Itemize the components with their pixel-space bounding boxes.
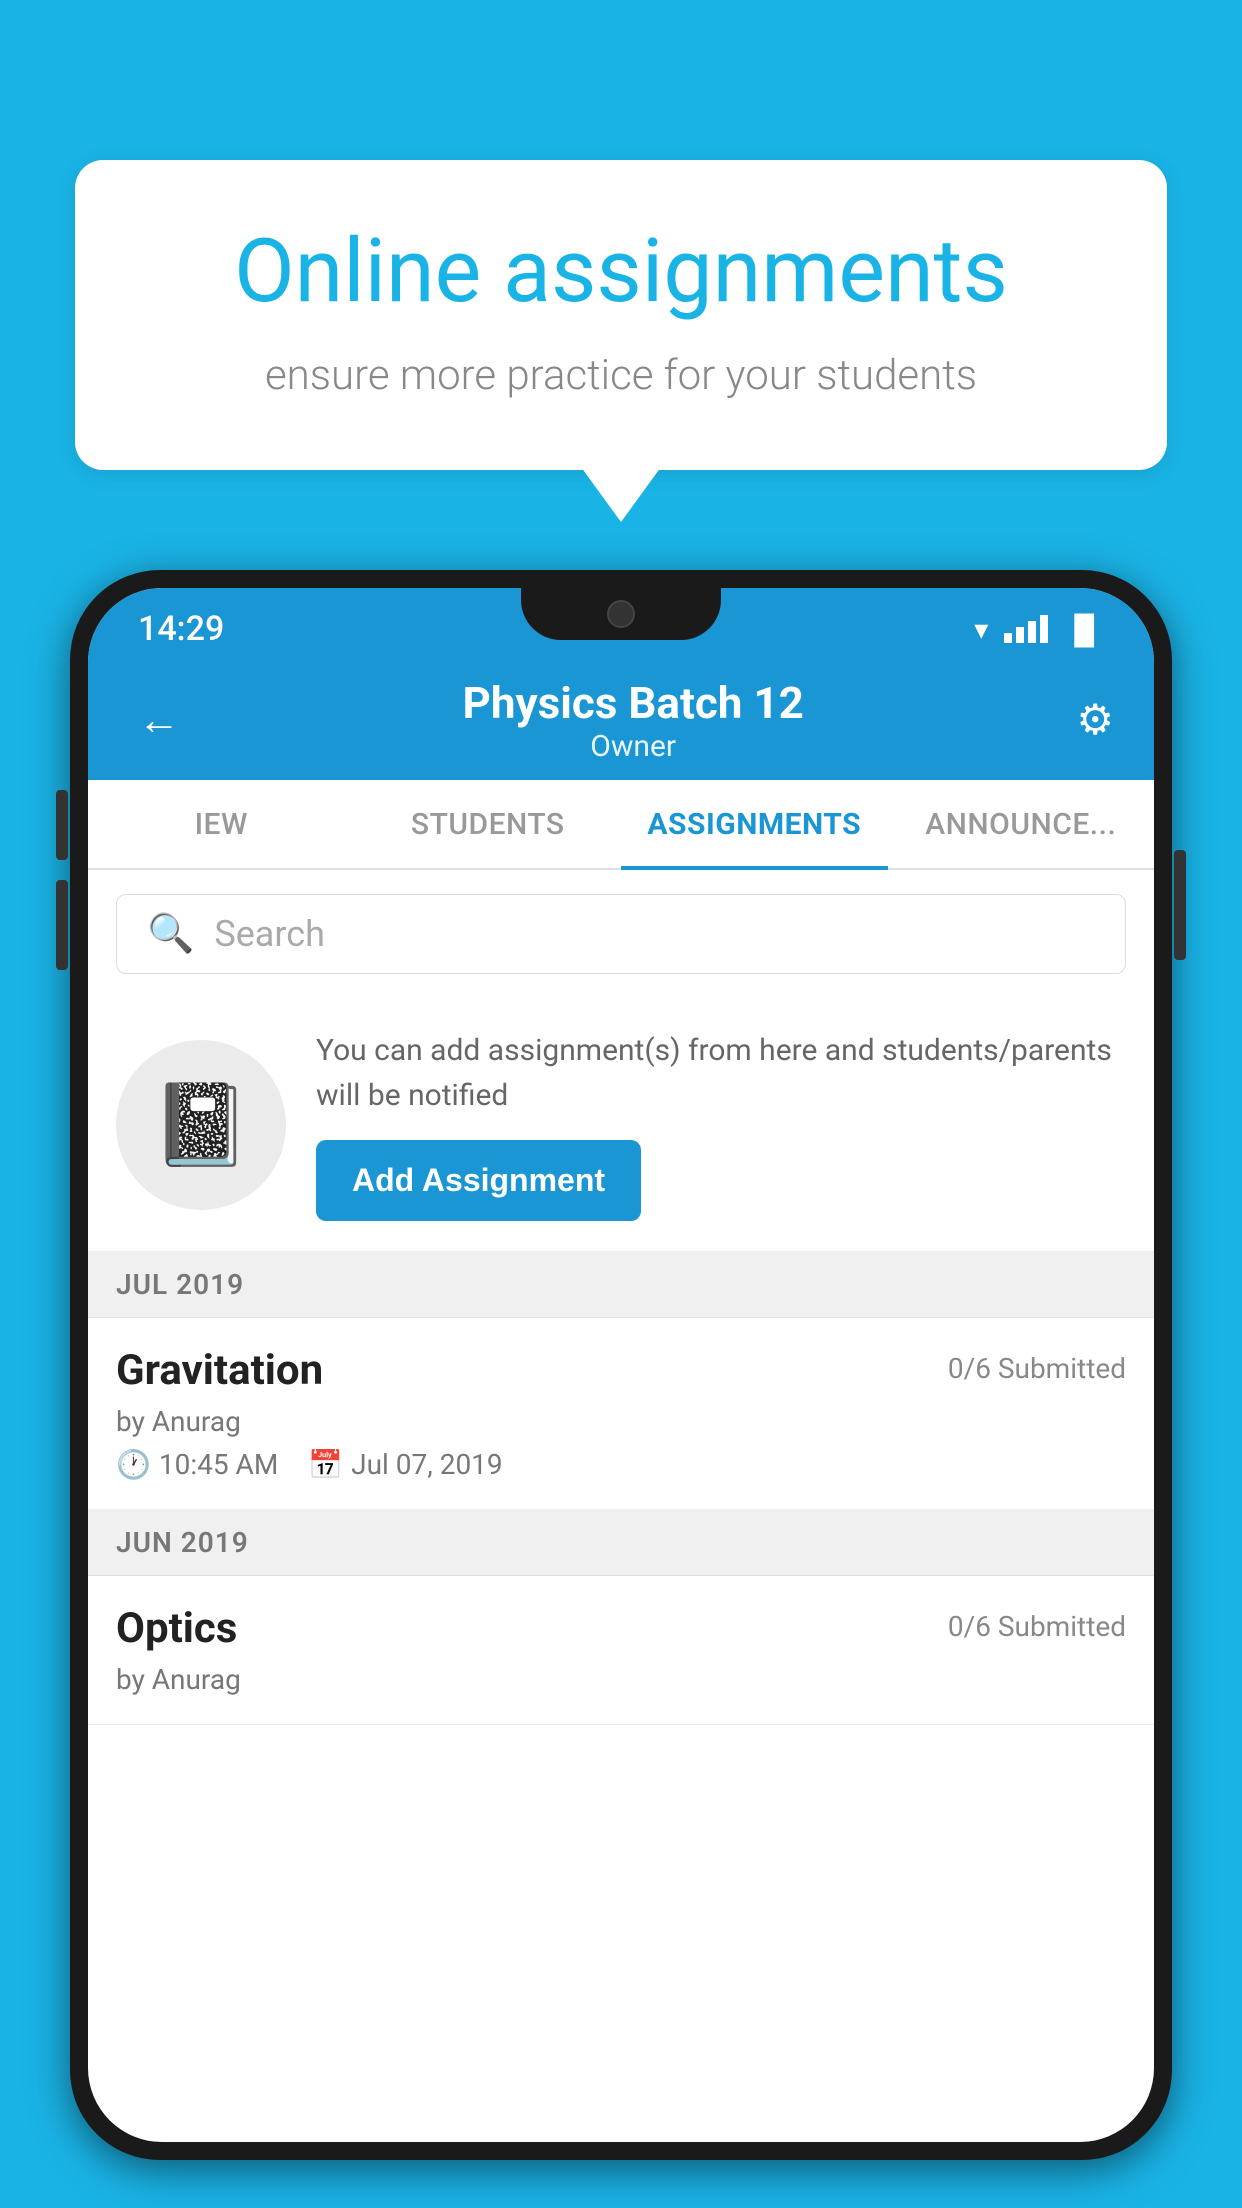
volume-down-button: [56, 880, 68, 970]
assignment-name-optics: Optics: [116, 1604, 237, 1653]
wifi-icon: ▾: [974, 613, 988, 646]
assignment-time: 🕐 10:45 AM: [116, 1448, 278, 1481]
phone-mockup: 14:29 ▾ ▐▌ ← Physics Batch 12: [70, 570, 1172, 2208]
assignment-item-optics[interactable]: Optics 0/6 Submitted by Anurag: [88, 1576, 1154, 1725]
front-camera: [607, 600, 635, 628]
info-card: 📓 You can add assignment(s) from here an…: [88, 998, 1154, 1252]
assignment-header: Gravitation 0/6 Submitted: [116, 1346, 1126, 1395]
settings-button[interactable]: ⚙: [1076, 695, 1114, 745]
volume-up-button: [56, 790, 68, 860]
speech-bubble-container: Online assignments ensure more practice …: [75, 160, 1167, 470]
assignment-by: by Anurag: [116, 1405, 1126, 1438]
status-icons: ▾ ▐▌: [974, 613, 1104, 646]
assignment-name: Gravitation: [116, 1346, 323, 1395]
search-container: 🔍 Search: [88, 870, 1154, 998]
header-subtitle: Owner: [462, 729, 803, 764]
assignment-submitted-optics: 0/6 Submitted: [948, 1610, 1126, 1643]
assignment-item-gravitation[interactable]: Gravitation 0/6 Submitted by Anurag 🕐 10…: [88, 1318, 1154, 1510]
assignment-date: 📅 Jul 07, 2019: [308, 1448, 502, 1481]
speech-bubble-subtitle: ensure more practice for your students: [145, 351, 1097, 400]
info-description: You can add assignment(s) from here and …: [316, 1028, 1126, 1118]
speech-bubble: Online assignments ensure more practice …: [75, 160, 1167, 470]
search-bar[interactable]: 🔍 Search: [116, 894, 1126, 974]
calendar-icon: 📅: [308, 1448, 343, 1481]
power-button: [1174, 850, 1186, 960]
assignment-by-optics: by Anurag: [116, 1663, 1126, 1696]
assignment-submitted: 0/6 Submitted: [948, 1352, 1126, 1385]
search-placeholder: Search: [214, 913, 325, 955]
assignment-header-optics: Optics 0/6 Submitted: [116, 1604, 1126, 1653]
tab-students[interactable]: STUDENTS: [355, 780, 622, 868]
phone-notch: [521, 588, 721, 640]
add-assignment-button[interactable]: Add Assignment: [316, 1140, 641, 1221]
month-separator-jul: JUL 2019: [88, 1252, 1154, 1318]
speech-bubble-title: Online assignments: [145, 220, 1097, 323]
status-time: 14:29: [138, 609, 224, 649]
tab-assignments[interactable]: ASSIGNMENTS: [621, 780, 888, 868]
battery-icon: ▐▌: [1064, 613, 1104, 646]
phone-outer: 14:29 ▾ ▐▌ ← Physics Batch 12: [70, 570, 1172, 2160]
search-icon: 🔍: [147, 912, 194, 956]
back-button[interactable]: ←: [128, 686, 190, 755]
signal-icon: [1004, 615, 1048, 643]
header-title: Physics Batch 12: [462, 677, 803, 729]
notebook-icon-wrap: 📓: [116, 1040, 286, 1210]
phone-screen: 14:29 ▾ ▐▌ ← Physics Batch 12: [88, 588, 1154, 2142]
tab-announcements[interactable]: ANNOUNCE...: [888, 780, 1155, 868]
tabs-bar: IEW STUDENTS ASSIGNMENTS ANNOUNCE...: [88, 780, 1154, 870]
header-title-group: Physics Batch 12 Owner: [462, 677, 803, 764]
clock-icon: 🕐: [116, 1448, 151, 1481]
app-header: ← Physics Batch 12 Owner ⚙: [88, 660, 1154, 780]
tab-iew[interactable]: IEW: [88, 780, 355, 868]
assignment-dates: 🕐 10:45 AM 📅 Jul 07, 2019: [116, 1448, 1126, 1481]
info-text-area: You can add assignment(s) from here and …: [316, 1028, 1126, 1221]
month-separator-jun: JUN 2019: [88, 1510, 1154, 1576]
notebook-icon: 📓: [151, 1078, 251, 1172]
